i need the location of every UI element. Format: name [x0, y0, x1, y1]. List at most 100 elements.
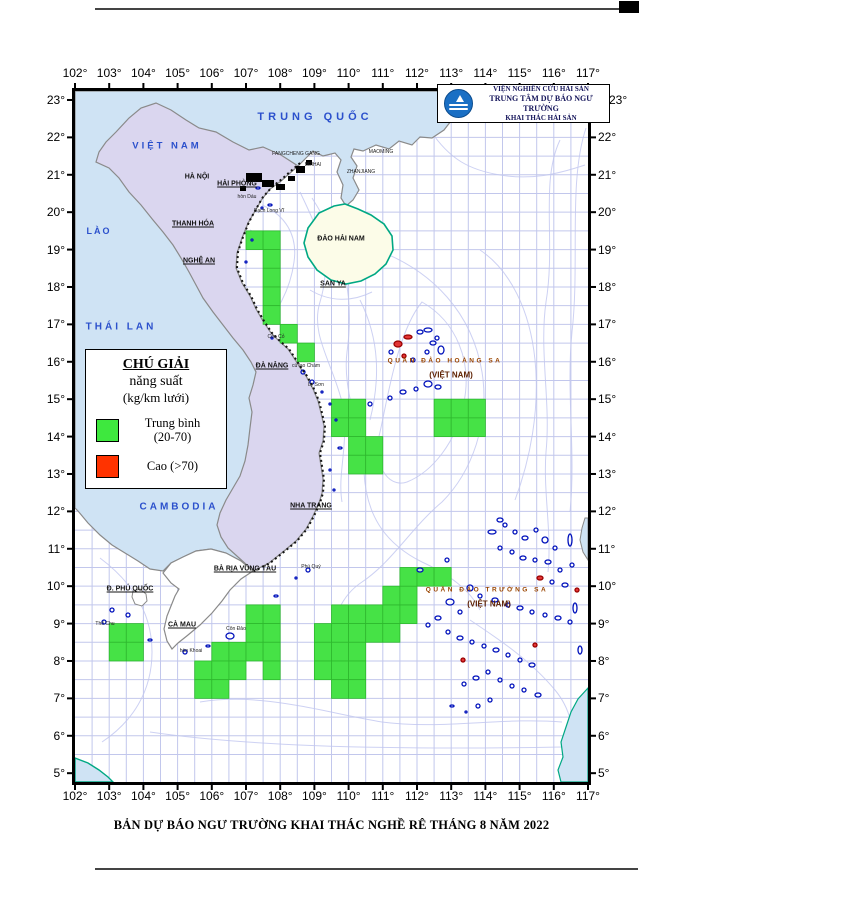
small-place-label: Phú Quý: [301, 564, 321, 570]
island-marker-blue: [472, 675, 480, 681]
green-cell: [348, 679, 367, 699]
place-label: Đ. PHÚ QUỐC: [106, 585, 154, 593]
green-cell: [331, 679, 350, 699]
island-marker-blue: [512, 529, 518, 535]
small-place-label: Thổ Chu: [95, 621, 115, 627]
lon-tick-label: 109°: [301, 789, 327, 803]
lat-tick-label: 17°: [46, 317, 65, 332]
green-cell: [108, 641, 127, 662]
island-marker-blue: [487, 697, 493, 703]
island-marker-blue: [554, 615, 562, 621]
green-cell: [331, 398, 350, 419]
island-marker-blue: [449, 704, 455, 708]
archipelago-label: QUẦN ĐẢO HOÀNG SA: [387, 357, 503, 365]
lat-tick-label: 18°: [46, 279, 65, 294]
island-marker-blue: [516, 605, 524, 611]
lat-tick-label: 16°: [46, 354, 65, 369]
legend-label-high: Cao (>70): [146, 459, 199, 474]
green-cell: [331, 660, 350, 681]
island-marker-blue: [557, 567, 563, 573]
island-marker-blue: [147, 638, 153, 642]
lat-tick-label: 23°: [46, 92, 65, 107]
lat-tick-label: 18°: [598, 279, 617, 294]
island-marker-blue: [505, 652, 511, 658]
green-cell: [245, 641, 264, 662]
lon-tick-label: 102°: [62, 66, 88, 80]
small-place-label: BEIHAI: [304, 162, 322, 168]
island-marker-blue: [521, 535, 529, 541]
green-cell: [450, 398, 469, 419]
green-cell: [331, 623, 350, 643]
institute-line-2: TRUNG TÂM DỰ BÁO NGƯ TRƯỜNG: [489, 93, 593, 113]
island-marker-blue: [475, 703, 481, 709]
green-cell: [348, 454, 367, 475]
island-marker-blue: [533, 527, 539, 533]
legend-unit: (kg/km lưới): [122, 390, 190, 405]
lat-tick-label: 7°: [53, 691, 65, 706]
lon-tick-label: 108°: [267, 789, 293, 803]
island-marker-blue: [542, 612, 548, 618]
lon-tick-label: 106°: [199, 66, 225, 80]
island-marker-blue: [445, 598, 455, 606]
green-cell: [245, 230, 264, 250]
lat-tick-label: 14°: [598, 429, 617, 444]
green-cell: [348, 604, 367, 624]
lat-tick-label: 20°: [46, 205, 65, 220]
country-label: CAMBODIA: [139, 501, 219, 513]
island-marker-blue: [250, 238, 254, 242]
green-cell: [245, 623, 264, 643]
lat-tick-label: 20°: [598, 205, 617, 220]
logo-wave-icon: [449, 108, 468, 110]
legend-item-medium: Trung bình (20-70): [96, 416, 226, 445]
island-marker-blue: [497, 677, 503, 683]
institute-header-box: VIỆN NGHIÊN CỨU HẢI SẢN TRUNG TÂM DỰ BÁO…: [437, 84, 610, 123]
green-cell: [211, 679, 230, 699]
green-cell: [313, 641, 332, 662]
island-marker-blue: [434, 335, 440, 341]
island-marker-blue: [413, 386, 419, 392]
lon-tick-label: 115°: [507, 789, 532, 803]
lon-tick-label: 103°: [96, 66, 122, 80]
lat-tick-label: 5°: [53, 766, 65, 781]
green-cell: [348, 660, 367, 681]
small-place-label: hòn Khoai: [179, 648, 203, 654]
green-cell: [262, 249, 281, 269]
lon-tick-label: 112°: [405, 66, 429, 80]
island-marker-red: [460, 657, 466, 663]
lon-tick-label: 114°: [473, 789, 498, 803]
place-label: NHA TRANG: [290, 502, 332, 510]
island-marker-blue: [416, 567, 424, 573]
island-marker-blue: [502, 522, 508, 528]
lat-tick-label: 21°: [598, 167, 617, 182]
lon-tick-label: 113°: [439, 66, 464, 80]
island-marker-blue: [561, 582, 569, 588]
green-cell: [331, 604, 350, 624]
island-marker-blue: [492, 647, 500, 653]
island-marker-blue: [437, 345, 445, 355]
green-cell: [228, 641, 247, 662]
island-marker-blue: [469, 639, 475, 645]
lon-tick-label: 102°: [62, 789, 88, 803]
island-marker-blue: [477, 593, 483, 599]
island-marker-blue: [332, 488, 336, 492]
green-cell: [211, 660, 230, 681]
lat-tick-label: 16°: [598, 354, 617, 369]
institute-line-1: VIỆN NGHIÊN CỨU HẢI SẢN: [493, 84, 589, 93]
island-marker-blue: [320, 390, 324, 394]
island-marker-blue: [367, 401, 373, 407]
island-marker-blue: [434, 384, 442, 390]
island-marker-blue: [544, 559, 552, 565]
island-marker-blue: [416, 329, 424, 335]
green-cell: [450, 417, 469, 437]
island-marker-blue: [399, 389, 407, 395]
lon-tick-label: 114°: [473, 66, 498, 80]
lat-tick-label: 12°: [46, 504, 65, 519]
island-marker-blue: [267, 203, 273, 207]
green-cell: [382, 585, 401, 606]
island-marker-blue: [569, 562, 575, 568]
green-cell: [399, 604, 418, 624]
green-cell: [348, 623, 367, 643]
country-label: VIỆT NAM: [132, 140, 202, 152]
lon-tick-label: 111°: [371, 789, 395, 803]
island-marker-blue: [225, 632, 235, 640]
